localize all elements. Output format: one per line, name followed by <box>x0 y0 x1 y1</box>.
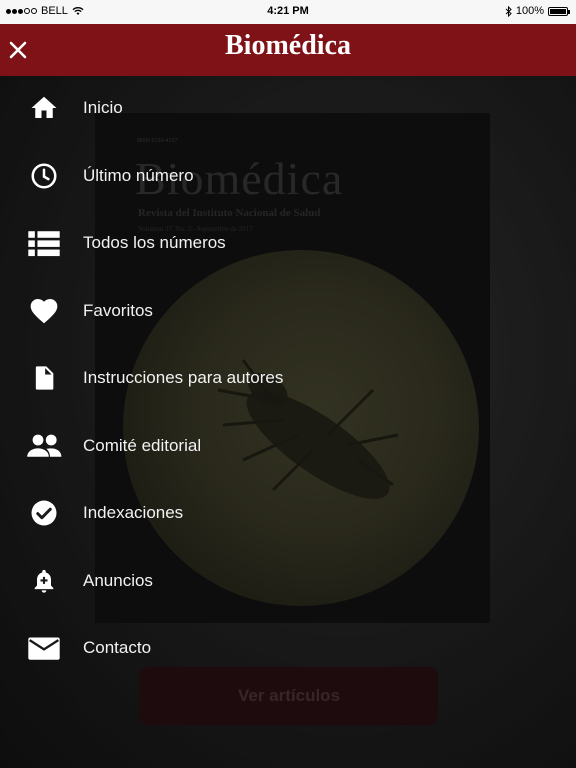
menu-label: Todos los números <box>83 233 226 252</box>
menu-item-contacto[interactable]: Contacto <box>0 618 576 678</box>
menu-label: Indexaciones <box>83 503 184 522</box>
app-header: Biomédica <box>0 24 576 76</box>
menu-item-ultimo-numero[interactable]: Último número <box>0 146 576 206</box>
menu-label: Anuncios <box>83 571 153 590</box>
bluetooth-icon <box>505 5 512 17</box>
menu-item-favoritos[interactable]: Favoritos <box>0 281 576 341</box>
battery-percent: 100% <box>515 5 544 17</box>
menu-label: Comité editorial <box>83 436 202 455</box>
list-icon <box>26 225 62 261</box>
menu-label: Favoritos <box>83 301 153 320</box>
navigation-drawer: Inicio Último número Todos los números F… <box>0 76 576 768</box>
menu-item-instrucciones[interactable]: Instrucciones para autores <box>0 348 576 408</box>
status-right: 100% <box>505 5 570 17</box>
battery-icon <box>548 6 570 16</box>
document-icon <box>26 360 62 396</box>
mail-icon <box>26 630 62 666</box>
menu-item-indexaciones[interactable]: Indexaciones <box>0 483 576 543</box>
status-time: 4:21 PM <box>267 5 309 17</box>
status-bar: BELL 4:21 PM 100% <box>0 0 576 24</box>
heart-icon <box>26 293 62 329</box>
bell-plus-icon <box>26 563 62 599</box>
menu-item-comite-editorial[interactable]: Comité editorial <box>0 416 576 476</box>
clock-icon <box>26 158 62 194</box>
menu-item-anuncios[interactable]: Anuncios <box>0 551 576 611</box>
check-circle-icon <box>26 495 62 531</box>
menu-label: Último número <box>83 166 194 185</box>
menu-item-inicio[interactable]: Inicio <box>0 78 576 138</box>
home-icon <box>26 90 62 126</box>
menu-label: Contacto <box>83 638 152 657</box>
menu-item-todos-los-numeros[interactable]: Todos los números <box>0 213 576 273</box>
people-icon <box>26 428 62 464</box>
menu-label: Instrucciones para autores <box>83 368 284 387</box>
app-title: Biomédica <box>225 30 351 61</box>
menu-label: Inicio <box>83 98 123 117</box>
